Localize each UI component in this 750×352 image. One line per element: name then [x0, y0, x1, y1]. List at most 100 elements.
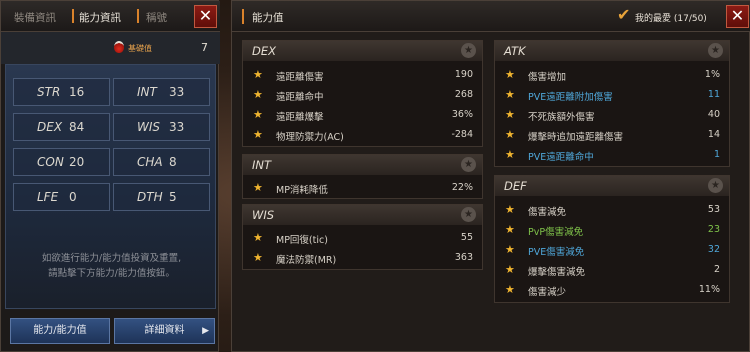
star-icon[interactable]: ★ [505, 283, 515, 296]
tab-divider [137, 9, 139, 23]
stat-name: INT [137, 85, 157, 99]
stat-label: 爆擊傷害減免 [528, 267, 586, 278]
star-icon[interactable]: ★ [505, 128, 515, 141]
detail-info-button[interactable]: 詳細資料 ▶ [114, 318, 215, 344]
stat-label: 物理防禦力(AC) [276, 132, 344, 143]
close-icon: ✕ [198, 6, 213, 25]
stat-row: ★ 魔法防禦(MR) 363 [243, 248, 482, 268]
stat-value: 2 [713, 264, 720, 275]
stat-value: 1% [704, 69, 720, 80]
stat-label: 遠距離命中 [276, 92, 324, 103]
stat-value: 14 [707, 129, 720, 140]
stat-row: ★ MP回復(tic) 55 [243, 228, 482, 248]
stat-value: 268 [454, 89, 473, 100]
section-title: DEF [504, 179, 527, 193]
stat-label: 魔法防禦(MR) [276, 255, 337, 266]
stat-name: STR [37, 85, 61, 99]
star-icon[interactable]: ★ [253, 88, 263, 101]
stat-value: 53 [707, 204, 720, 215]
favorite-star-icon[interactable]: ★ [461, 43, 476, 58]
stat-value: 8 [169, 155, 177, 169]
bonus-points-bar: 基礎值 7 [1, 32, 220, 64]
stat-wis: WIS 33 [113, 113, 210, 141]
stat-label: 遠距離爆擊 [276, 112, 324, 123]
stat-value: 363 [454, 252, 473, 263]
tab-title[interactable]: 稱號 [146, 10, 167, 25]
star-icon[interactable]: ★ [505, 203, 515, 216]
stat-label: 爆擊時追加遠距離傷害 [528, 132, 624, 143]
stat-value: 0 [69, 190, 77, 204]
favorite-star-icon[interactable]: ★ [708, 178, 723, 193]
stat-value: 40 [707, 109, 720, 120]
stat-dex: DEX 84 [13, 113, 110, 141]
stat-value: 190 [454, 69, 473, 80]
stat-row: ★ 爆擊傷害減免 2 [495, 260, 729, 280]
stat-label: PVE遠距離命中 [528, 152, 594, 163]
stat-row: ★ MP消耗降低 22% [243, 178, 482, 198]
stat-row: ★ 爆擊時追加遠距離傷害 14 [495, 125, 729, 145]
arrow-right-icon: ▶ [202, 326, 209, 336]
star-icon[interactable]: ★ [505, 88, 515, 101]
close-icon: ✕ [730, 6, 745, 25]
potion-icon [114, 41, 124, 53]
close-button[interactable]: ✕ [726, 5, 749, 28]
tab-equipment-info[interactable]: 裝備資訊 [14, 10, 56, 25]
star-icon[interactable]: ★ [253, 251, 263, 264]
favorite-star-icon[interactable]: ★ [461, 207, 476, 222]
stat-con: CON 20 [13, 148, 110, 176]
star-icon[interactable]: ★ [253, 128, 263, 141]
stat-label: MP回復(tic) [276, 235, 328, 246]
tab-ability-info[interactable]: 能力資訊 [79, 10, 121, 25]
stat-value: 16 [69, 85, 85, 99]
stat-value: 11% [698, 284, 720, 295]
stat-dth: DTH 5 [113, 183, 210, 211]
stat-value: 1 [713, 149, 720, 160]
header-accent [242, 9, 244, 24]
favorite-star-icon[interactable]: ★ [708, 43, 723, 58]
section-wis: WIS ★ ★ MP回復(tic) 55 ★ 魔法防禦(MR) 363 [242, 204, 483, 270]
bonus-value: 7 [201, 41, 208, 54]
section-int: INT ★ ★ MP消耗降低 22% [242, 154, 483, 199]
star-icon[interactable]: ★ [505, 148, 515, 161]
star-icon[interactable]: ★ [253, 68, 263, 81]
star-icon[interactable]: ★ [505, 243, 515, 256]
section-title: ATK [504, 44, 526, 58]
star-icon[interactable]: ★ [253, 108, 263, 121]
ability-points-button[interactable]: 能力/能力值 [10, 318, 110, 344]
ability-info-panel: 裝備資訊 能力資訊 稱號 ✕ 基礎值 7 STR 16 INT 33 DEX 84 W… [0, 0, 220, 352]
stat-name: WIS [137, 120, 161, 134]
stat-value: 20 [69, 155, 85, 169]
star-icon[interactable]: ★ [253, 231, 263, 244]
section-header: INT ★ [243, 155, 482, 175]
stat-label: 傷害減少 [528, 287, 567, 298]
stat-values-panel: 能力值 ✔ 我的最愛 (17/50) ✕ DEX ★ ★ 遠距離傷害 190 ★ 遠距離… [231, 0, 750, 352]
stat-label: PVE遠距離附加傷害 [528, 92, 613, 103]
section-title: DEX [252, 44, 276, 58]
favorite-star-icon[interactable]: ★ [461, 157, 476, 172]
stat-value: 22% [451, 182, 473, 193]
panel-tabs: 裝備資訊 能力資訊 稱號 ✕ [1, 1, 220, 32]
stat-name: CON [37, 155, 64, 169]
panel-header: 能力值 ✔ 我的最愛 (17/50) ✕ [232, 1, 750, 32]
stat-row: ★ 不死族額外傷害 40 [495, 105, 729, 125]
star-icon[interactable]: ★ [505, 68, 515, 81]
close-button[interactable]: ✕ [194, 5, 217, 28]
checkmark-icon[interactable]: ✔ [617, 7, 630, 23]
section-header: DEF ★ [495, 176, 729, 196]
reset-note-line2: 請點擊下方能力/能力值按鈕。 [48, 268, 175, 279]
stat-label: MP消耗降低 [276, 185, 328, 196]
star-icon[interactable]: ★ [253, 181, 263, 194]
stat-row: ★ PVE遠距離命中 1 [495, 145, 729, 165]
stat-label: PvP傷害減免 [528, 227, 584, 238]
star-icon[interactable]: ★ [505, 108, 515, 121]
stat-label: PVE傷害減免 [528, 247, 585, 258]
favorites-count[interactable]: 我的最愛 (17/50) [635, 11, 707, 24]
stats-grid: STR 16 INT 33 DEX 84 WIS 33 CON 20 CHA 8 LFE 0 … [5, 64, 216, 309]
stat-value: 23 [707, 224, 720, 235]
section-title: WIS [252, 208, 275, 222]
stat-row: ★ 遠距離爆擊 36% [243, 105, 482, 125]
star-icon[interactable]: ★ [505, 223, 515, 236]
star-icon[interactable]: ★ [505, 263, 515, 276]
stat-str: STR 16 [13, 78, 110, 106]
stat-name: DTH [137, 190, 163, 204]
